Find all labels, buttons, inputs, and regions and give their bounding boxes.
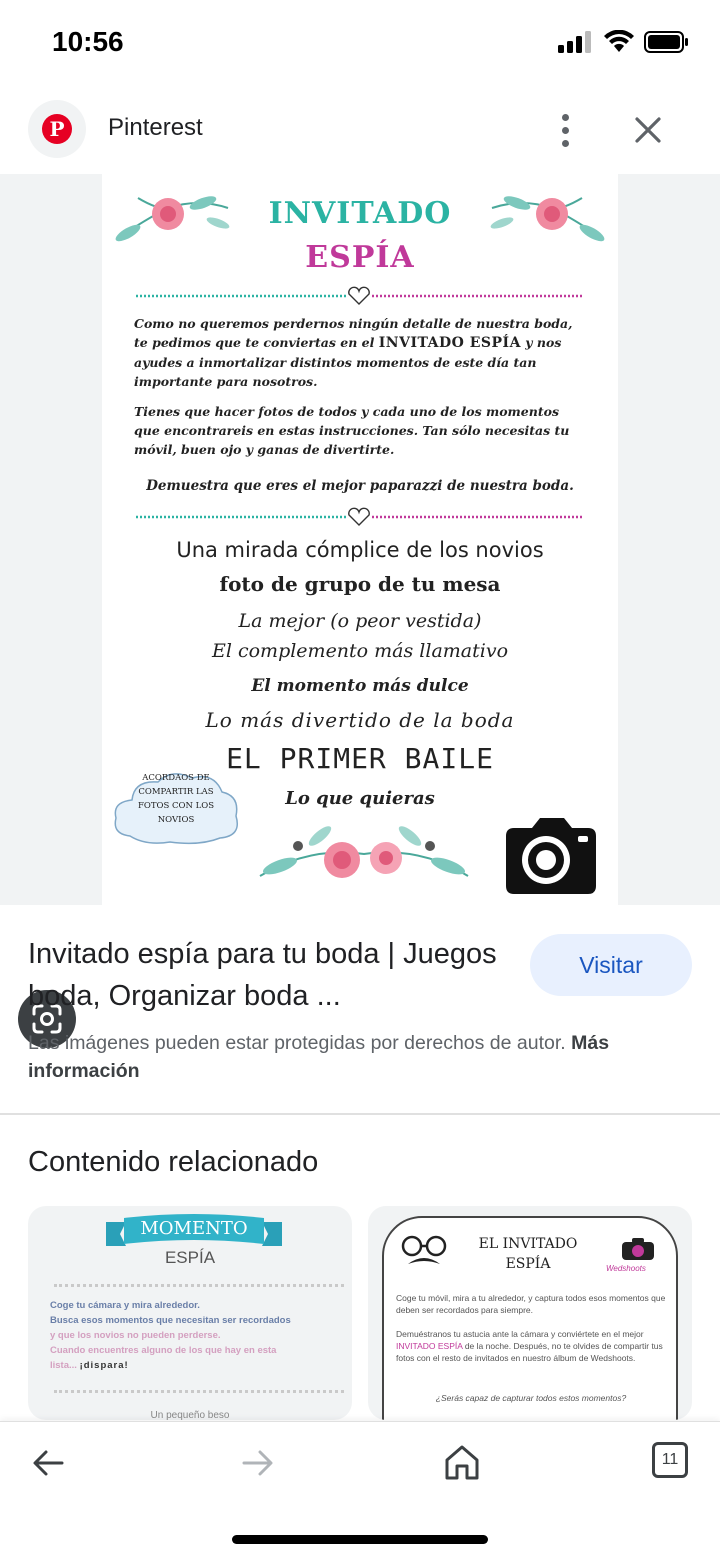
- visit-button[interactable]: Visitar: [530, 934, 692, 996]
- poster-title-espia: ESPÍA: [305, 240, 415, 275]
- more-options-button[interactable]: [546, 108, 584, 152]
- pinterest-logo-icon[interactable]: P: [28, 100, 86, 158]
- moment-item: La mejor (o peor vestida): [238, 610, 482, 632]
- spy-glasses-icon: [401, 1235, 447, 1264]
- home-indicator: [232, 1535, 488, 1544]
- card2-brand-label: Wedshoots: [606, 1264, 646, 1273]
- copyright-notice: Las imágenes pueden estar protegidas por…: [28, 1029, 698, 1085]
- home-icon[interactable]: [440, 1440, 484, 1484]
- cloud-text: ACORDAOS DE COMPARTIR LAS FOTOS CON LOS …: [137, 773, 215, 825]
- card1-text: Coge tu cámara y mira alrededor. Busca e…: [50, 1298, 334, 1373]
- divider: [0, 1113, 720, 1115]
- card1-emphasis: ¡dispara!: [79, 1360, 129, 1371]
- related-card[interactable]: EL INVITADO ESPÍA Wedshoots Coge tu móvi…: [368, 1206, 692, 1420]
- poster-paragraph-1-emphasis: INVITADO ESPÍA: [378, 335, 521, 351]
- site-name[interactable]: Pinterest: [108, 114, 203, 142]
- moment-item: foto de grupo de tu mesa: [219, 572, 501, 596]
- card2-title: EL INVITADO ESPÍA: [458, 1234, 598, 1274]
- card2-title-line: EL INVITADO: [478, 1236, 578, 1252]
- dotted-divider: [54, 1284, 344, 1287]
- status-icons: [558, 30, 690, 54]
- more-dot-icon: [561, 113, 569, 121]
- cellular-signal-icon: [558, 31, 591, 53]
- battery-icon: [644, 31, 688, 53]
- heart-divider: [136, 507, 582, 526]
- more-dot-icon: [561, 126, 569, 134]
- related-card[interactable]: MOMENTO ESPÍA Coge tu cámara y mira alre…: [28, 1206, 352, 1420]
- poster-cta: Demuestra que eres el mejor paparazzi de…: [146, 478, 574, 494]
- wifi-icon: [604, 30, 634, 52]
- poster-title-invitado: INVITADO: [268, 196, 452, 231]
- moment-item: Una mirada cómplice de los novios: [176, 538, 544, 562]
- dotted-divider: [54, 1390, 344, 1393]
- card2-paragraph: ¿Serás capaz de capturar todos estos mom…: [435, 1393, 627, 1403]
- card1-line: lista...: [50, 1360, 80, 1371]
- camera-icon: [622, 1238, 654, 1260]
- bottom-navigation: 11: [0, 1421, 720, 1557]
- more-dot-icon: [561, 139, 569, 147]
- source-header: P Pinterest: [0, 90, 720, 174]
- card1-line: Cuando encuentres alguno de los que hay …: [50, 1345, 277, 1356]
- tabs-button[interactable]: 11: [652, 1442, 688, 1478]
- card1-line: Coge tu cámara y mira alrededor.: [50, 1300, 200, 1311]
- poster-paragraph-1: Como no queremos perdernos ningún detall…: [134, 314, 586, 391]
- card2-paragraph: Demuéstranos tu astucia ante la cámara y…: [396, 1328, 666, 1364]
- card1-line: y que los novios no pueden perderse.: [50, 1330, 221, 1341]
- moment-item: Lo más divertido de la boda: [205, 708, 515, 732]
- image-preview[interactable]: INVITADO ESPÍA Como no queremos perderno…: [0, 174, 720, 1048]
- close-icon[interactable]: [628, 110, 668, 150]
- status-bar: 10:56: [0, 0, 720, 90]
- related-content-heading: Contenido relacionado: [28, 1146, 319, 1178]
- card1-subtitle: ESPÍA: [164, 1248, 216, 1267]
- card1-banner-text: MOMENTO: [140, 1218, 248, 1239]
- heart-divider: [136, 286, 582, 305]
- card1-footer: Un pequeño beso: [150, 1410, 230, 1420]
- page-title[interactable]: Invitado espía para tu boda | Juegos bod…: [28, 933, 508, 1017]
- poster-image: INVITADO ESPÍA Como no queremos perderno…: [102, 174, 618, 905]
- card2-paragraph-text: Demuéstranos tu astucia ante la cámara y…: [396, 1329, 644, 1339]
- camera-icon: [506, 818, 596, 894]
- card2-paragraph-emphasis: INVITADO ESPÍA: [396, 1341, 463, 1351]
- card1-line: Busca esos momentos que necesitan ser re…: [50, 1315, 291, 1326]
- card2-paragraph: Coge tu móvil, mira a tu alrededor, y ca…: [396, 1293, 666, 1315]
- result-info: Invitado espía para tu boda | Juegos bod…: [0, 905, 720, 1115]
- card2-title-line: ESPÍA: [505, 1256, 551, 1272]
- copyright-text: Las imágenes pueden estar protegidas por…: [28, 1032, 566, 1054]
- forward-arrow-icon[interactable]: [236, 1442, 278, 1484]
- moment-item: El momento más dulce: [251, 676, 469, 696]
- moment-item: El complemento más llamativo: [211, 640, 509, 662]
- back-arrow-icon[interactable]: [28, 1442, 70, 1484]
- poster-paragraph-2: Tienes que hacer fotos de todos y cada u…: [134, 404, 570, 457]
- status-time: 10:56: [52, 26, 124, 57]
- flower-decoration-bottom: [259, 826, 469, 878]
